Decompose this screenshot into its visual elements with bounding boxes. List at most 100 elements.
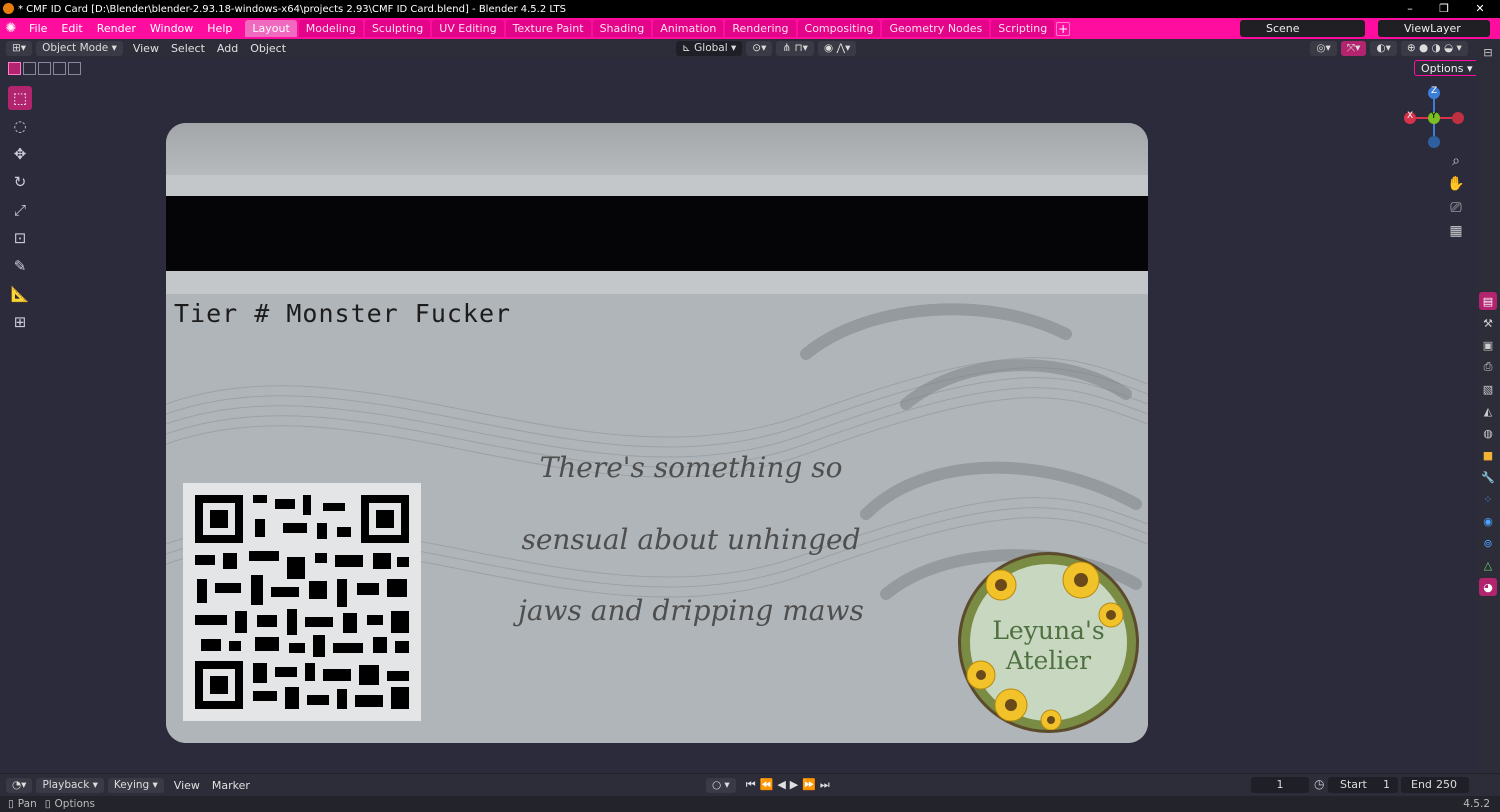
navigation-gizmo[interactable]: Z X Y — [1400, 85, 1470, 150]
shading-modes-icon[interactable]: ⊕ ● ◑ ◒ ▾ — [1400, 41, 1468, 56]
blender-menu-icon[interactable]: ✺ — [0, 18, 22, 39]
snap-icon[interactable]: ⋔ ⊓▾ — [776, 41, 814, 56]
editor-type-button[interactable]: ⊞▾ — [6, 41, 33, 56]
constraints-properties-icon[interactable]: ⊚ — [1479, 534, 1497, 552]
add-cube-tool-icon[interactable]: ⊞ — [8, 310, 32, 334]
tab-geometry-nodes[interactable]: Geometry Nodes — [882, 20, 990, 37]
menu-add[interactable]: Add — [211, 42, 244, 55]
pivot-point-icon[interactable]: ⊙▾ — [746, 41, 773, 56]
mouse-pan-icon: ▯ — [8, 798, 14, 810]
view-layer-properties-icon[interactable]: ▧ — [1479, 380, 1497, 398]
blender-logo-icon — [3, 3, 14, 14]
select-mode-buttons — [8, 62, 81, 75]
tab-texture-paint[interactable]: Texture Paint — [505, 20, 591, 37]
add-workspace-button[interactable]: + — [1056, 21, 1071, 36]
gizmo-z-label: Z — [1431, 86, 1438, 96]
menu-help[interactable]: Help — [200, 18, 239, 39]
move-tool-icon[interactable]: ✥ — [8, 142, 32, 166]
auto-keying-icon[interactable]: ○ ▾ — [705, 777, 736, 793]
select-invert-icon[interactable] — [53, 62, 66, 75]
tab-modeling[interactable]: Modeling — [298, 20, 363, 37]
scene-properties-icon[interactable]: ◭ — [1479, 402, 1497, 420]
tool-shelf: ⬚ ◌ ✥ ↻ ⤢ ⊡ ✎ 📐 ⊞ — [8, 86, 36, 338]
select-box-tool-icon[interactable]: ⬚ — [8, 86, 32, 110]
playback-controls[interactable]: ⏮⏪◀▶⏩⏭ — [740, 778, 840, 792]
atelier-logo: Leyuna's Atelier — [961, 555, 1136, 730]
material-properties-icon[interactable]: ◕ — [1479, 578, 1497, 596]
start-frame-field[interactable]: Start 1 — [1328, 777, 1398, 793]
camera-view-icon[interactable]: ⎚ — [1446, 198, 1466, 218]
tab-uv-editing[interactable]: UV Editing — [432, 20, 504, 37]
proportional-edit-icon[interactable]: ◉ ⋀▾ — [817, 41, 857, 56]
particles-properties-icon[interactable]: ⁘ — [1479, 490, 1497, 508]
cursor-tool-icon[interactable]: ◌ — [8, 114, 32, 138]
keying-dropdown[interactable]: Keying ▾ — [107, 777, 164, 793]
close-window-button[interactable]: ✕ — [1462, 0, 1498, 18]
end-frame-field[interactable]: End 250 — [1401, 777, 1469, 793]
start-frame-label: Start — [1340, 778, 1367, 791]
status-options: Options — [54, 798, 96, 810]
render-properties-icon[interactable]: ▣ — [1479, 336, 1497, 354]
tab-animation[interactable]: Animation — [653, 20, 724, 37]
menu-window[interactable]: Window — [143, 18, 200, 39]
view-layer-selector[interactable]: ViewLayer — [1378, 20, 1490, 37]
menu-edit[interactable]: Edit — [54, 18, 89, 39]
transform-orientation-dropdown[interactable]: ⊾ Global ▾ — [676, 41, 743, 56]
annotate-tool-icon[interactable]: ✎ — [8, 254, 32, 278]
select-intersect-icon[interactable] — [68, 62, 81, 75]
zoom-view-icon[interactable]: ⌕ — [1446, 151, 1466, 171]
output-properties-icon[interactable]: ⎙ — [1479, 358, 1497, 376]
scene-selector[interactable]: Scene — [1240, 20, 1365, 37]
tool-properties-icon[interactable]: ⚒ — [1479, 314, 1497, 332]
object-mode-dropdown[interactable]: Object Mode ▾ — [36, 41, 123, 56]
menu-file[interactable]: File — [22, 18, 54, 39]
card-light-stripe-bottom — [166, 271, 1148, 294]
tab-sculpting[interactable]: Sculpting — [364, 20, 431, 37]
logo-line-2: Atelier — [1005, 646, 1092, 675]
scale-tool-icon[interactable]: ⤢ — [8, 198, 32, 222]
options-dropdown[interactable]: Options ▾ — [1414, 60, 1480, 76]
tab-rendering[interactable]: Rendering — [725, 20, 796, 37]
timeline-menu-marker[interactable]: Marker — [206, 779, 256, 792]
overlay-icon[interactable]: ◐▾ — [1370, 41, 1397, 56]
pan-view-icon[interactable]: ✋ — [1446, 174, 1466, 194]
playback-label: Playback — [42, 778, 90, 791]
physics-properties-icon[interactable]: ◉ — [1479, 512, 1497, 530]
current-frame-field[interactable]: 1 — [1251, 777, 1309, 793]
menu-view[interactable]: View — [127, 42, 165, 55]
data-properties-icon[interactable]: △ — [1479, 556, 1497, 574]
menu-object[interactable]: Object — [244, 42, 292, 55]
menu-select[interactable]: Select — [165, 42, 211, 55]
object-properties-icon[interactable]: ■ — [1479, 446, 1497, 464]
ortho-grid-icon[interactable]: ▦ — [1446, 221, 1466, 241]
id-card-object[interactable]: Tier # Monster Fucker There's something … — [166, 123, 1148, 743]
magnetic-stripe — [166, 196, 1148, 271]
tab-shading[interactable]: Shading — [592, 20, 652, 37]
tab-compositing[interactable]: Compositing — [797, 20, 881, 37]
select-new-icon[interactable] — [8, 62, 21, 75]
transform-tool-icon[interactable]: ⊡ — [8, 226, 32, 250]
timeline-editor-type-icon[interactable]: ◔▾ — [6, 777, 33, 793]
qr-code — [183, 483, 421, 721]
tab-scripting[interactable]: Scripting — [991, 20, 1055, 37]
timeline-menu-view[interactable]: View — [168, 779, 206, 792]
start-frame-value: 1 — [1383, 778, 1390, 791]
select-extend-icon[interactable] — [23, 62, 36, 75]
modifier-properties-icon[interactable]: 🔧 — [1479, 468, 1497, 486]
select-subtract-icon[interactable] — [38, 62, 51, 75]
visibility-icon[interactable]: ◎▾ — [1310, 41, 1337, 56]
measure-tool-icon[interactable]: 📐 — [8, 282, 32, 306]
menu-render[interactable]: Render — [90, 18, 143, 39]
gizmo-toggle-icon[interactable]: ⤧▾ — [1340, 41, 1367, 56]
minimize-button[interactable]: – — [1392, 0, 1428, 18]
playback-dropdown[interactable]: Playback ▾ — [36, 777, 104, 793]
rotate-tool-icon[interactable]: ↻ — [8, 170, 32, 194]
quote-line-1: There's something so — [539, 451, 843, 484]
blender-version: 4.5.2 — [1463, 798, 1490, 810]
restore-button[interactable]: ❐ — [1426, 0, 1462, 18]
editor-type-icon[interactable]: ⊟ — [1479, 43, 1497, 61]
tab-layout[interactable]: Layout — [245, 20, 297, 37]
world-properties-icon[interactable]: ◍ — [1479, 424, 1497, 442]
quote-line-2: sensual about unhinged — [521, 523, 861, 556]
sidebar-toggle-icon[interactable]: ▤ — [1479, 292, 1497, 310]
